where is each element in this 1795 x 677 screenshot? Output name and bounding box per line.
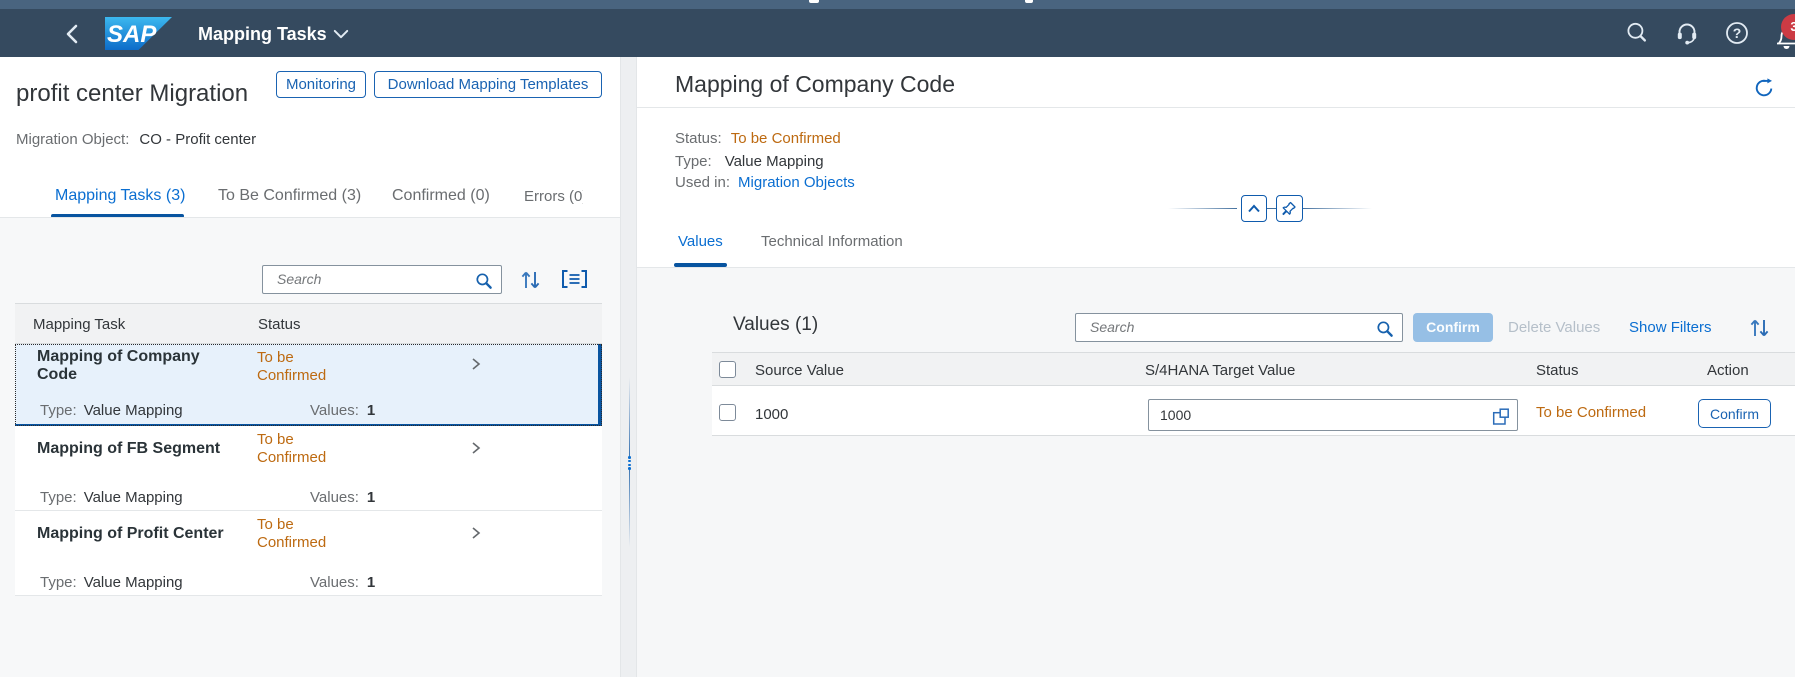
svg-text:SAP: SAP <box>107 21 157 48</box>
svg-text:?: ? <box>1733 25 1742 41</box>
